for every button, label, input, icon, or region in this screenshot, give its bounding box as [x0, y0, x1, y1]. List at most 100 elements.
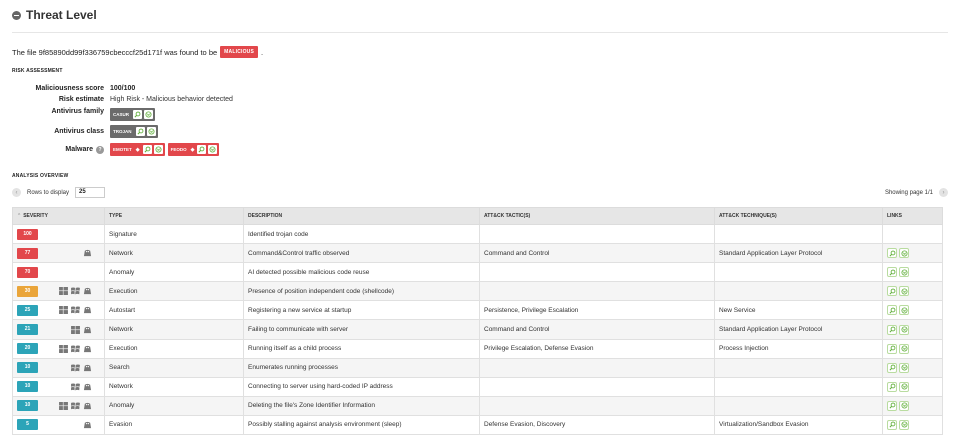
type-cell: Autostart	[104, 300, 244, 321]
globe-icon[interactable]	[899, 305, 909, 316]
paging-text: Showing page 1/1	[884, 189, 933, 196]
family-tags: CASUR	[110, 108, 156, 121]
col-severity[interactable]: ⌃ SEVERITY	[12, 207, 105, 225]
win7-icon	[71, 345, 80, 353]
tactic-cell	[479, 281, 715, 302]
description-cell: Connecting to server using hard-coded IP…	[243, 376, 480, 397]
search-icon[interactable]	[133, 110, 143, 119]
search-icon[interactable]	[887, 305, 897, 316]
antivirus-family-tag: CASUR	[110, 108, 156, 121]
win7-icon	[71, 287, 80, 295]
family-label: Antivirus family	[51, 108, 104, 115]
globe-icon[interactable]	[899, 324, 909, 335]
table-row[interactable]: 10 Anomaly Deleting the file's Zone Identi…	[12, 395, 943, 416]
links-cell	[882, 414, 943, 436]
table-row[interactable]: 25 Autostart Registering a new service at …	[12, 300, 943, 321]
search-icon[interactable]	[887, 324, 897, 335]
description-cell: Failing to communicate with server	[243, 319, 480, 340]
globe-icon[interactable]	[899, 419, 909, 430]
table-header: ⌃ SEVERITY TYPE DESCRIPTION ATT&CK TACTIC…	[12, 207, 943, 225]
technique-cell: New Service	[714, 300, 883, 321]
severity-cell: 5	[12, 414, 105, 436]
win10-icon	[59, 306, 68, 315]
description-cell: Presence of position independent code (s…	[243, 281, 480, 302]
links-cell	[882, 357, 943, 378]
search-icon[interactable]	[887, 419, 897, 430]
col-tactic[interactable]: ATT&CK TACTIC(S)	[479, 207, 715, 225]
search-icon[interactable]	[887, 248, 897, 259]
score-label: Maliciousness score	[35, 85, 104, 92]
table-row[interactable]: 100 Signature Identified trojan code	[12, 223, 943, 245]
search-icon[interactable]	[887, 362, 897, 373]
table-row[interactable]: 77 Network Command&Control traffic observe…	[12, 243, 943, 264]
tactic-cell	[479, 395, 715, 416]
sort-up-icon: ⌃	[17, 213, 22, 219]
col-type[interactable]: TYPE	[104, 207, 244, 225]
estimate-label: Risk estimate	[58, 96, 104, 103]
globe-icon[interactable]	[899, 400, 909, 411]
links-cell	[882, 223, 943, 245]
estimate-value: High Risk - Malicious behavior detected	[110, 96, 233, 103]
search-icon[interactable]	[887, 343, 897, 354]
win10-icon	[59, 344, 68, 353]
linux-icon	[83, 306, 92, 314]
globe-icon[interactable]	[899, 248, 909, 259]
globe-icon[interactable]	[899, 286, 909, 297]
description-cell: Command&Control traffic observed	[243, 243, 480, 264]
search-icon[interactable]	[887, 286, 897, 297]
type-cell: Search	[104, 357, 244, 378]
globe-icon[interactable]	[153, 145, 163, 154]
col-links: LINKS	[882, 207, 943, 225]
class-row: Antivirus class TROJAN	[12, 125, 158, 138]
type-cell: Network	[104, 243, 244, 264]
globe-icon[interactable]	[146, 127, 156, 136]
section-header[interactable]: Threat Level	[12, 8, 97, 22]
severity-cell: 10	[12, 357, 105, 378]
col-technique[interactable]: ATT&CK TECHNIQUE(S)	[714, 207, 883, 225]
table-row[interactable]: 70 Anomaly AI detected possible malicious …	[12, 262, 943, 283]
linux-icon	[83, 249, 92, 257]
table-row[interactable]: 30 Execution Presence of position independ…	[12, 281, 943, 302]
table-body: 100 Signature Identified trojan code 77 Netw…	[12, 223, 943, 436]
severity-cell: 30	[12, 281, 105, 302]
search-icon[interactable]	[887, 400, 897, 411]
table-row[interactable]: 10 Network Connecting to server using hard…	[12, 376, 943, 397]
search-icon[interactable]	[135, 127, 145, 136]
malware-label-wrap: Malware?	[12, 145, 110, 154]
collapse-icon[interactable]	[12, 10, 21, 20]
section-title: Threat Level	[26, 8, 97, 22]
os-icons	[59, 344, 92, 353]
search-icon[interactable]	[197, 145, 207, 154]
next-page-icon[interactable]: ›	[939, 188, 948, 197]
severity-badge: 10	[17, 381, 38, 393]
verdict-suffix: .	[261, 47, 264, 57]
links-cell	[882, 338, 943, 359]
search-icon[interactable]	[142, 145, 152, 154]
technique-cell	[714, 357, 883, 378]
table-row[interactable]: 10 Search Enumerates running processes	[12, 357, 943, 378]
paging: Showing page 1/1 ›	[885, 188, 948, 197]
globe-icon[interactable]	[899, 267, 909, 278]
os-icons	[71, 364, 92, 372]
tag-label: CASUR	[113, 112, 130, 117]
class-label: Antivirus class	[54, 128, 104, 135]
table-row[interactable]: 20 Execution Running itself as a child pro…	[12, 338, 943, 359]
search-icon[interactable]	[887, 381, 897, 392]
severity-badge: 5	[17, 419, 38, 431]
globe-icon[interactable]	[899, 362, 909, 373]
tactic-cell: Command and Control	[479, 243, 715, 264]
help-icon[interactable]: ?	[96, 145, 104, 154]
table-row[interactable]: 21 Network Failing to communicate with ser…	[12, 319, 943, 340]
table-row[interactable]: 5 Evasion Possibly stalling against analys…	[12, 414, 943, 436]
globe-icon[interactable]	[144, 110, 154, 119]
globe-icon[interactable]	[899, 381, 909, 392]
search-icon[interactable]	[887, 267, 897, 278]
technique-cell: Standard Application Layer Protocol	[714, 319, 883, 340]
globe-icon[interactable]	[208, 145, 218, 154]
prev-page-icon[interactable]: ‹	[12, 188, 21, 197]
col-description[interactable]: DESCRIPTION	[243, 207, 480, 225]
rows-input[interactable]: 25	[75, 187, 106, 198]
tactic-cell: Defense Evasion, Discovery	[479, 414, 715, 436]
description-cell: Identified trojan code	[243, 223, 480, 245]
globe-icon[interactable]	[899, 343, 909, 354]
